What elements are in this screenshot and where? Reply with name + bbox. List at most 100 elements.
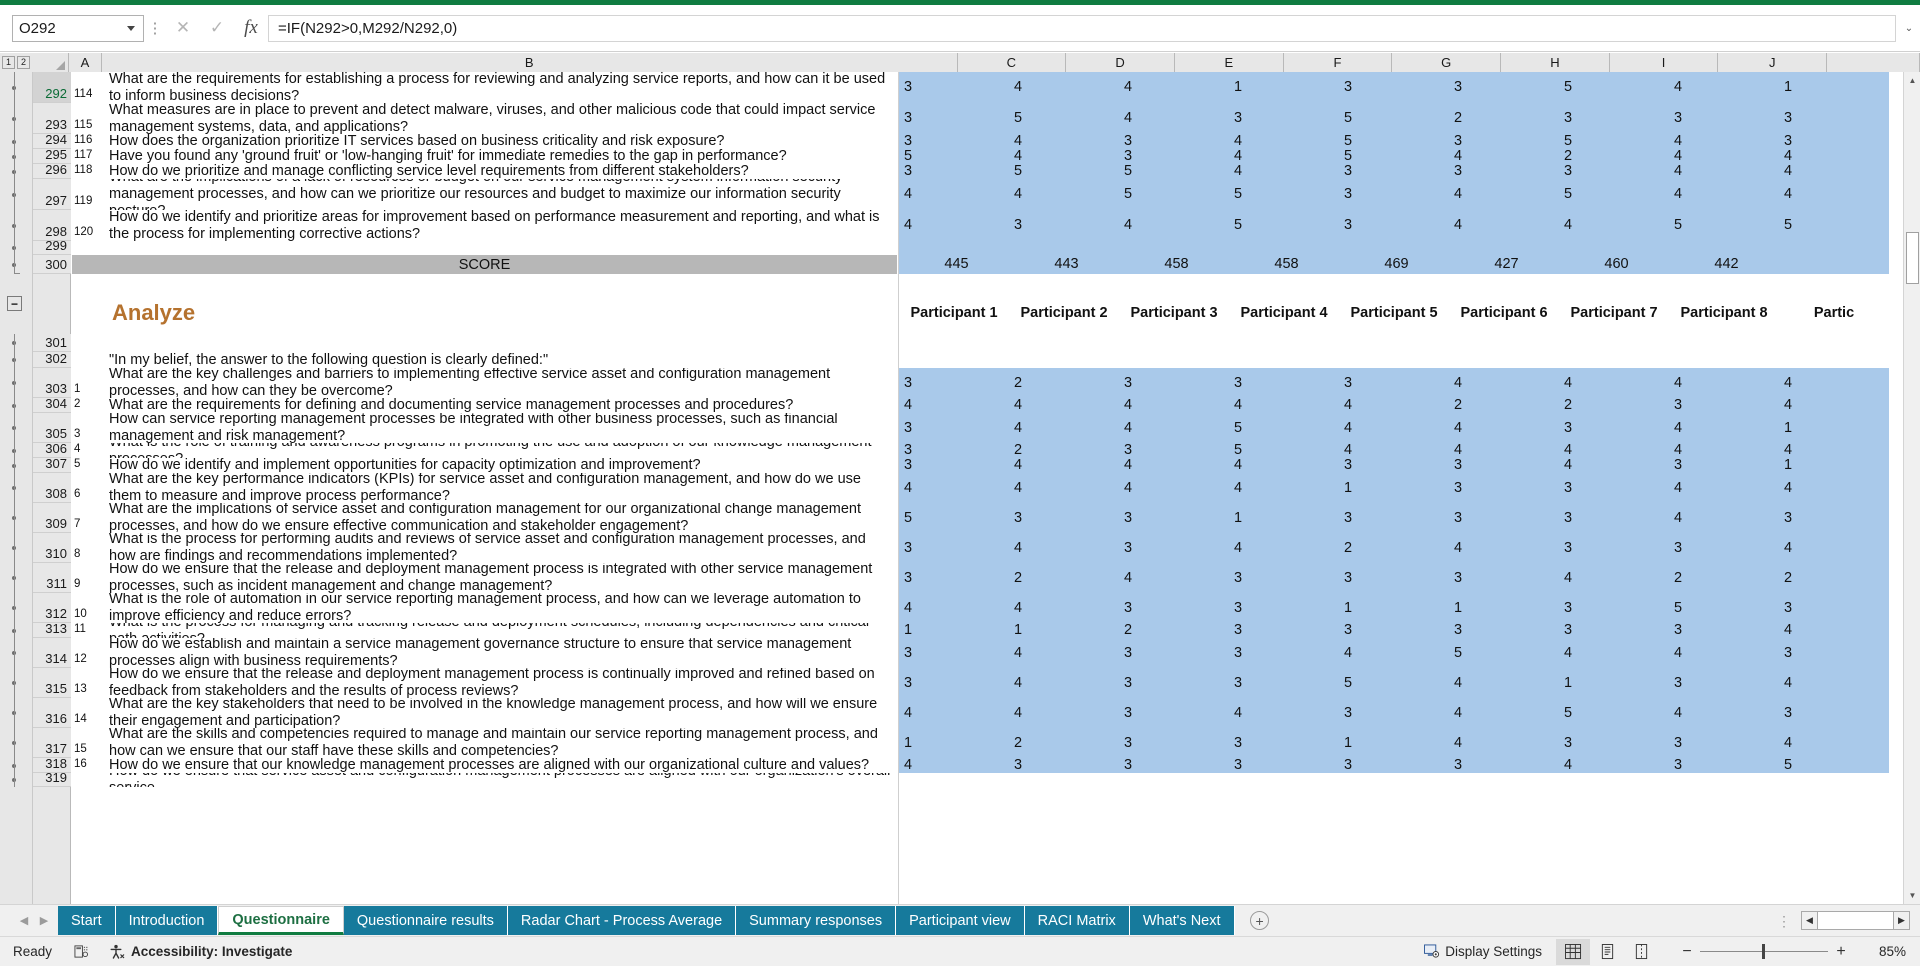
cell-E305[interactable]: 4	[1119, 413, 1229, 443]
hscroll-right-icon[interactable]: ▶	[1893, 911, 1910, 930]
cell-A293[interactable]: 115	[72, 103, 103, 134]
cell-D310[interactable]: 4	[1009, 533, 1119, 563]
cell-E297[interactable]: 5	[1119, 179, 1229, 210]
cell-I294[interactable]: 5	[1559, 134, 1669, 149]
cell-C318[interactable]: 4	[899, 758, 1009, 773]
cell-G311[interactable]: 3	[1339, 563, 1449, 593]
cell-B302[interactable]: "In my belief, the answer to the followi…	[104, 352, 898, 368]
cell-D317[interactable]: 2	[1009, 728, 1119, 758]
cell-H312[interactable]: 1	[1449, 593, 1559, 623]
cell-K309[interactable]: 3	[1779, 503, 1889, 533]
formula-bar-overflow-icon[interactable]: ⋮	[144, 14, 166, 42]
cell-D311[interactable]: 2	[1009, 563, 1119, 593]
cell-D305[interactable]: 4	[1009, 413, 1119, 443]
cell-F294[interactable]: 4	[1229, 134, 1339, 149]
cell-F296[interactable]: 4	[1229, 164, 1339, 179]
cell-J297[interactable]: 4	[1669, 179, 1779, 210]
vertical-scrollbar[interactable]: ▲ ▼	[1903, 72, 1920, 904]
cell-B315[interactable]: How do we ensure that the release and de…	[104, 668, 898, 698]
cell-K292[interactable]: 1	[1779, 72, 1889, 103]
cell-H308[interactable]: 3	[1449, 473, 1559, 503]
cell-D312[interactable]: 4	[1009, 593, 1119, 623]
cell-F308[interactable]: 4	[1229, 473, 1339, 503]
horizontal-scrollbar[interactable]: ◀ ▶	[1801, 911, 1910, 930]
cell-A295[interactable]: 117	[72, 149, 103, 164]
row-header-310[interactable]: 310	[33, 533, 71, 563]
cell-B292[interactable]: What are the requirements for establishi…	[104, 72, 898, 103]
row-header-307[interactable]: 307	[33, 456, 71, 473]
score-label-cell[interactable]: SCORE	[72, 255, 897, 274]
cell-K315[interactable]: 4	[1779, 668, 1889, 698]
cell-J298[interactable]: 5	[1669, 210, 1779, 241]
cell-A315[interactable]: 13	[72, 668, 103, 698]
cell-I296[interactable]: 3	[1559, 164, 1669, 179]
cell-J299[interactable]	[1669, 241, 1779, 255]
row-header-301[interactable]: 301	[33, 334, 71, 352]
score-value-C[interactable]: 445	[899, 255, 1009, 274]
chevron-down-icon[interactable]	[127, 25, 135, 31]
column-header-J[interactable]: J	[1718, 53, 1828, 72]
cell-E314[interactable]: 3	[1119, 638, 1229, 668]
cell-K299[interactable]	[1779, 241, 1889, 255]
cell-F292[interactable]: 1	[1229, 72, 1339, 103]
cell-E315[interactable]: 3	[1119, 668, 1229, 698]
cell-H292[interactable]: 3	[1449, 72, 1559, 103]
cell-G304[interactable]: 4	[1339, 398, 1449, 413]
cell-A313[interactable]: 11	[72, 623, 103, 638]
cell-G303[interactable]: 3	[1339, 368, 1449, 398]
cell-A312[interactable]: 10	[72, 593, 103, 623]
cell-E310[interactable]: 3	[1119, 533, 1229, 563]
cell-A304[interactable]: 2	[72, 398, 103, 413]
cell-A305[interactable]: 3	[72, 413, 103, 443]
cell-B310[interactable]: What is the process for performing audit…	[104, 533, 898, 563]
zoom-slider[interactable]	[1700, 944, 1828, 960]
cell-G316[interactable]: 3	[1339, 698, 1449, 728]
cell-I311[interactable]: 4	[1559, 563, 1669, 593]
cell-K306[interactable]: 4	[1779, 443, 1889, 458]
cell-B296[interactable]: How do we prioritize and manage conflict…	[104, 164, 898, 179]
cell-E306[interactable]: 3	[1119, 443, 1229, 458]
cell-D295[interactable]: 4	[1009, 149, 1119, 164]
cell-I309[interactable]: 3	[1559, 503, 1669, 533]
cell-D315[interactable]: 4	[1009, 668, 1119, 698]
cell-F293[interactable]: 3	[1229, 103, 1339, 134]
cell-D299[interactable]	[1009, 241, 1119, 255]
cell-F303[interactable]: 3	[1229, 368, 1339, 398]
cell-J303[interactable]: 4	[1669, 368, 1779, 398]
cell-F299[interactable]	[1229, 241, 1339, 255]
cell-J294[interactable]: 4	[1669, 134, 1779, 149]
cell-H306[interactable]: 4	[1449, 443, 1559, 458]
cell-E312[interactable]: 3	[1119, 593, 1229, 623]
cell-A318[interactable]: 16	[72, 758, 103, 773]
sheet-tabs[interactable]: Start Introduction Questionnaire Questionna…	[58, 905, 1235, 937]
cell-K308[interactable]: 4	[1779, 473, 1889, 503]
cell-F311[interactable]: 3	[1229, 563, 1339, 593]
cell-K304[interactable]: 4	[1779, 398, 1889, 413]
cell-K316[interactable]: 3	[1779, 698, 1889, 728]
sheet-tab-introduction[interactable]: Introduction	[115, 906, 219, 935]
formula-input[interactable]: =IF(N292>0,M292/N292,0)	[268, 14, 1896, 42]
cell-I313[interactable]: 3	[1559, 623, 1669, 638]
cell-A298[interactable]: 120	[72, 210, 103, 241]
cell-H311[interactable]: 3	[1449, 563, 1559, 593]
cell-I299[interactable]	[1559, 241, 1669, 255]
cell-J293[interactable]: 3	[1669, 103, 1779, 134]
cell-E308[interactable]: 4	[1119, 473, 1229, 503]
cell-I303[interactable]: 4	[1559, 368, 1669, 398]
cell-H318[interactable]: 3	[1449, 758, 1559, 773]
sheet-tab-raci-matrix[interactable]: RACI Matrix	[1024, 906, 1130, 935]
cell-G315[interactable]: 5	[1339, 668, 1449, 698]
score-value-K[interactable]	[1779, 255, 1889, 274]
cell-A294[interactable]: 116	[72, 134, 103, 149]
cell-A296[interactable]: 118	[72, 164, 103, 179]
cell-D316[interactable]: 4	[1009, 698, 1119, 728]
tab-split-handle[interactable]: ⋮	[1777, 914, 1791, 928]
cell-D309[interactable]: 3	[1009, 503, 1119, 533]
cell-C308[interactable]: 4	[899, 473, 1009, 503]
cell-B293[interactable]: What measures are in place to prevent an…	[104, 103, 898, 134]
cell-C317[interactable]: 1	[899, 728, 1009, 758]
column-header-B[interactable]: B	[101, 53, 958, 72]
cell-H303[interactable]: 4	[1449, 368, 1559, 398]
cell-G297[interactable]: 3	[1339, 179, 1449, 210]
cell-E318[interactable]: 3	[1119, 758, 1229, 773]
